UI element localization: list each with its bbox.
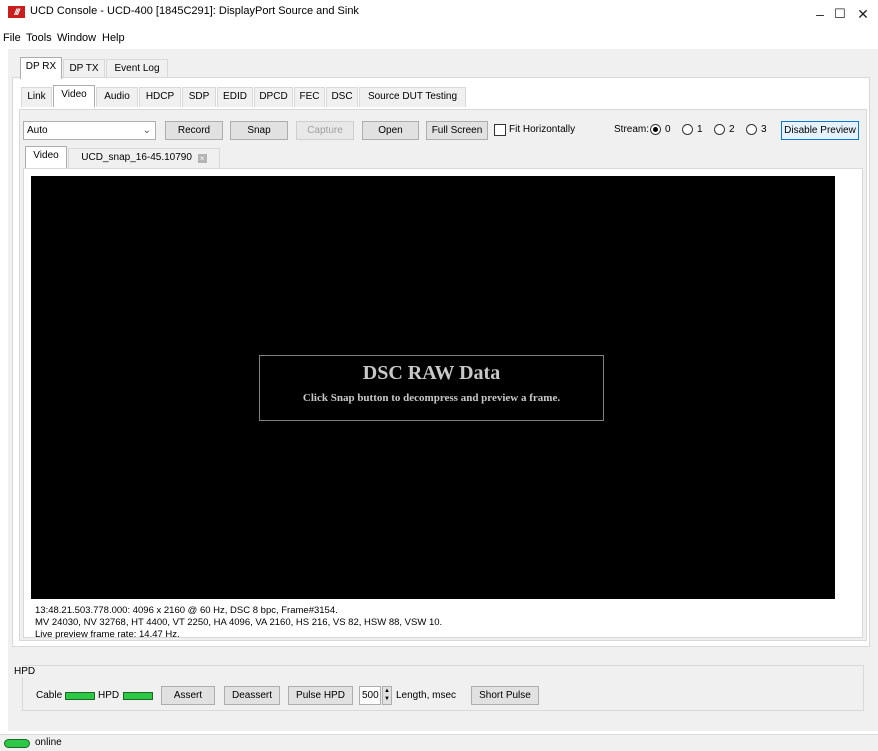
- stream-radio-2-label: 2: [729, 124, 735, 135]
- stream-radio-3[interactable]: [746, 124, 757, 135]
- menu-file[interactable]: File: [3, 32, 21, 44]
- pulse-hpd-button[interactable]: Pulse HPD: [288, 686, 353, 705]
- hpd-indicator-label: HPD: [98, 690, 120, 701]
- stream-radio-2[interactable]: [714, 124, 725, 135]
- video-panel: Auto ⌄ Record Snap Capture Open Full Scr…: [19, 109, 867, 641]
- close-tab-icon[interactable]: ×: [197, 154, 207, 163]
- tab-source-dut-testing[interactable]: Source DUT Testing: [359, 87, 466, 107]
- title-bar: /// UCD Console - UCD-400 [1845C291]: Di…: [0, 0, 878, 30]
- status-line-3: Live preview frame rate: 14.47 Hz.: [35, 629, 180, 640]
- cable-indicator: [65, 692, 95, 700]
- video-area: DSC RAW Data Click Snap button to decomp…: [23, 168, 863, 640]
- tab-dpcd[interactable]: DPCD: [254, 87, 293, 107]
- tab-snapshot[interactable]: UCD_snap_16-45.10790 ×: [68, 148, 220, 168]
- stream-radio-1-label: 1: [697, 124, 703, 135]
- snap-button[interactable]: Snap: [230, 121, 288, 140]
- app-logo-icon: ///: [8, 6, 25, 18]
- chevron-down-icon: ⌄: [142, 125, 151, 136]
- fit-horizontally-label: Fit Horizontally: [509, 124, 576, 135]
- mode-select[interactable]: Auto ⌄: [23, 121, 156, 140]
- close-button[interactable]: ✕: [848, 4, 878, 24]
- stream-radio-3-label: 3: [761, 124, 767, 135]
- length-label: Length, msec: [396, 690, 457, 701]
- status-line-2: MV 24030, NV 32768, HT 4400, VT 2250, HA…: [35, 617, 443, 628]
- status-line-1: 13:48.21.503.778.000: 4096 x 2160 @ 60 H…: [35, 605, 338, 616]
- hpd-indicator: [123, 692, 153, 700]
- dsc-title: DSC RAW Data: [362, 362, 501, 384]
- menu-bar: File Tools Window Help: [0, 31, 878, 47]
- tab-sdp[interactable]: SDP: [182, 87, 216, 107]
- tab-hdcp[interactable]: HDCP: [139, 87, 181, 107]
- fit-horizontally-checkbox[interactable]: [494, 124, 506, 136]
- stream-radio-0[interactable]: [650, 124, 661, 135]
- full-screen-button[interactable]: Full Screen: [426, 121, 488, 140]
- menu-help[interactable]: Help: [102, 32, 125, 44]
- length-input[interactable]: 500: [359, 686, 381, 705]
- stream-radio-0-label: 0: [665, 124, 671, 135]
- tab-event-log[interactable]: Event Log: [106, 59, 168, 79]
- dsc-message-box: DSC RAW Data Click Snap button to decomp…: [259, 355, 604, 421]
- tab-dsc[interactable]: DSC: [326, 87, 358, 107]
- hpd-group-label: HPD: [12, 666, 38, 677]
- tab-dp-tx[interactable]: DP TX: [63, 59, 105, 79]
- dsc-subtitle: Click Snap button to decompress and prev…: [302, 392, 561, 404]
- record-button[interactable]: Record: [165, 121, 223, 140]
- cable-label: Cable: [36, 690, 63, 701]
- deassert-button[interactable]: Deassert: [224, 686, 280, 705]
- connection-status: online: [35, 737, 62, 748]
- menu-window[interactable]: Window: [57, 32, 96, 44]
- window-title: UCD Console - UCD-400 [1845C291]: Displa…: [30, 5, 359, 17]
- disable-preview-button[interactable]: Disable Preview: [781, 121, 859, 140]
- online-indicator: [4, 739, 30, 748]
- tab-dp-rx[interactable]: DP RX: [20, 57, 62, 79]
- mode-select-value: Auto: [27, 125, 48, 136]
- stream-label: Stream:: [614, 124, 650, 135]
- tab-link[interactable]: Link: [21, 87, 52, 107]
- short-pulse-button[interactable]: Short Pulse: [471, 686, 539, 705]
- status-bar: online: [0, 734, 878, 751]
- tab-audio[interactable]: Audio: [96, 87, 138, 107]
- length-spinner[interactable]: ▲ ▼: [382, 686, 392, 705]
- open-button[interactable]: Open: [362, 121, 419, 140]
- tab-edid[interactable]: EDID: [217, 87, 253, 107]
- menu-tools[interactable]: Tools: [26, 32, 52, 44]
- video-preview-canvas[interactable]: DSC RAW Data Click Snap button to decomp…: [31, 176, 835, 599]
- hpd-group: Cable HPD Assert Deassert Pulse HPD 500 …: [22, 665, 864, 711]
- capture-button[interactable]: Capture: [296, 121, 354, 140]
- tab-video-live[interactable]: Video: [25, 146, 67, 168]
- tab-fec[interactable]: FEC: [294, 87, 325, 107]
- client-area: DP RX DP TX Event Log Link Video Audio H…: [8, 49, 878, 731]
- assert-button[interactable]: Assert: [161, 686, 215, 705]
- stream-radio-1[interactable]: [682, 124, 693, 135]
- dp-rx-panel: Link Video Audio HDCP SDP EDID DPCD FEC …: [12, 77, 870, 647]
- snapshot-tab-label: UCD_snap_16-45.10790: [81, 152, 192, 163]
- tab-video[interactable]: Video: [53, 85, 95, 107]
